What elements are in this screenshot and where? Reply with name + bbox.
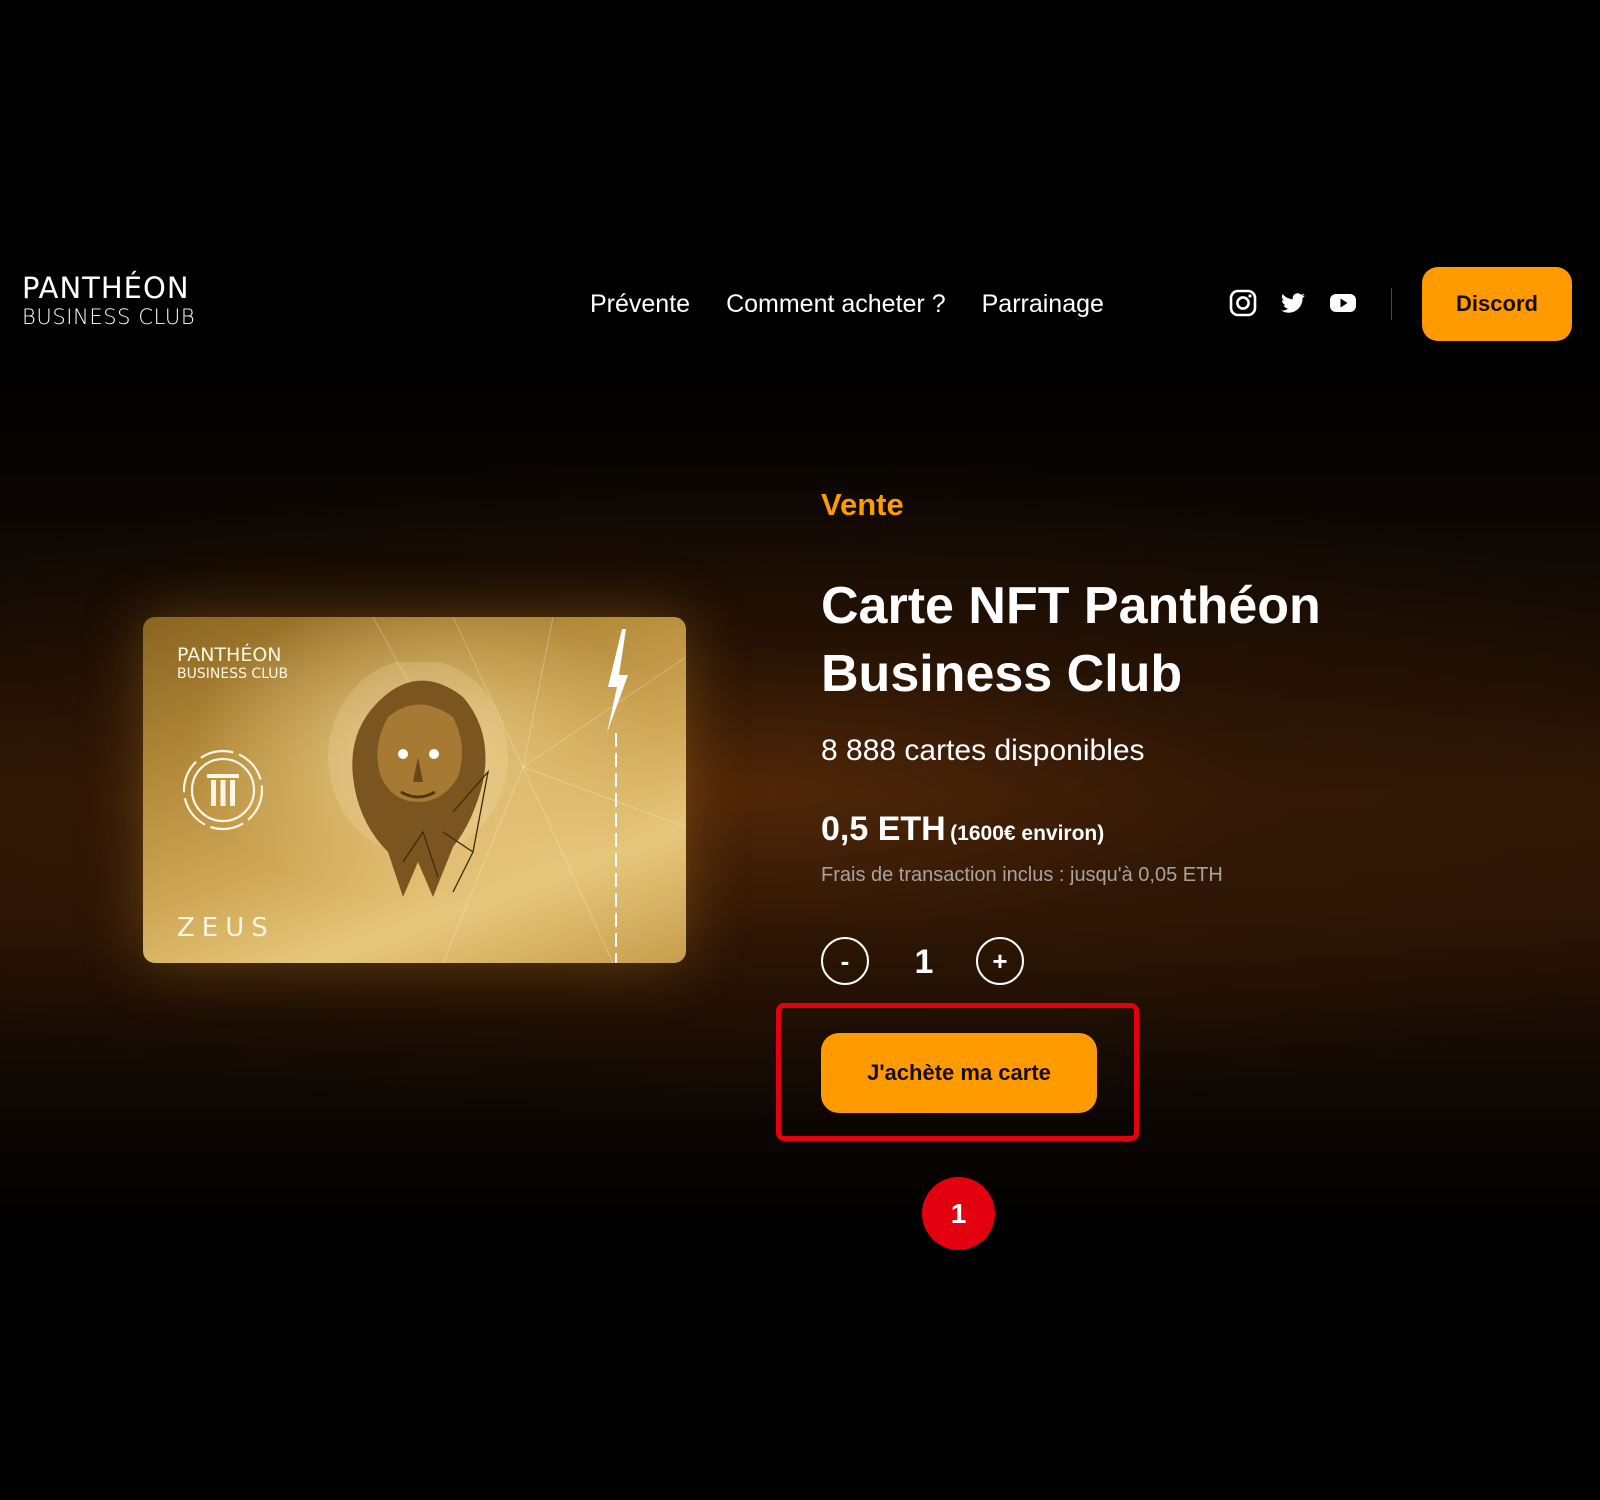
youtube-icon[interactable] <box>1328 288 1358 318</box>
price-eur-note: (1600€ environ) <box>950 822 1105 845</box>
zeus-head-illustration <box>328 662 508 897</box>
nav-link-comment-acheter[interactable]: Comment acheter ? <box>726 284 946 324</box>
twitter-icon[interactable] <box>1278 288 1308 318</box>
step-number-badge: 1 <box>922 1177 995 1250</box>
price-eth: 0,5 ETH <box>821 810 946 848</box>
main-nav: Prévente Comment acheter ? Parrainage <box>590 284 1104 324</box>
logo-title: PANTHÉON <box>22 271 190 305</box>
card-character-name: ZEUS <box>177 913 275 943</box>
logo-subtitle: BUSINESS CLUB <box>22 305 196 329</box>
lightning-bolt-icon <box>607 629 628 963</box>
social-links <box>1228 288 1358 318</box>
instagram-icon[interactable] <box>1228 288 1258 318</box>
quantity-increase-button[interactable]: + <box>976 937 1024 985</box>
quantity-value: 1 <box>914 943 934 981</box>
card-logo-title: PANTHÉON <box>177 644 282 666</box>
price-row: 0,5 ETH (1600€ environ) <box>821 810 1104 849</box>
transaction-fees-note: Frais de transaction inclus : jusqu'à 0,… <box>821 864 1223 886</box>
header-divider <box>1391 288 1392 320</box>
nav-link-parrainage[interactable]: Parrainage <box>982 284 1104 324</box>
card-logo-subtitle: BUSINESS CLUB <box>177 666 289 682</box>
site-logo[interactable]: PANTHÉON BUSINESS CLUB <box>22 271 212 330</box>
buy-card-button[interactable]: J'achète ma carte <box>821 1033 1097 1113</box>
discord-button[interactable]: Discord <box>1422 267 1572 341</box>
product-title: Carte NFT Panthéon Business Club <box>821 577 1321 703</box>
nft-card-image: PANTHÉON BUSINESS CLUB ZEUS <box>143 617 686 963</box>
availability-text: 8 888 cartes disponibles <box>821 734 1145 767</box>
nav-link-prevente[interactable]: Prévente <box>590 284 690 324</box>
section-eyebrow: Vente <box>821 487 904 522</box>
pillar-emblem-icon <box>182 749 264 831</box>
quantity-decrease-button[interactable]: - <box>821 937 869 985</box>
